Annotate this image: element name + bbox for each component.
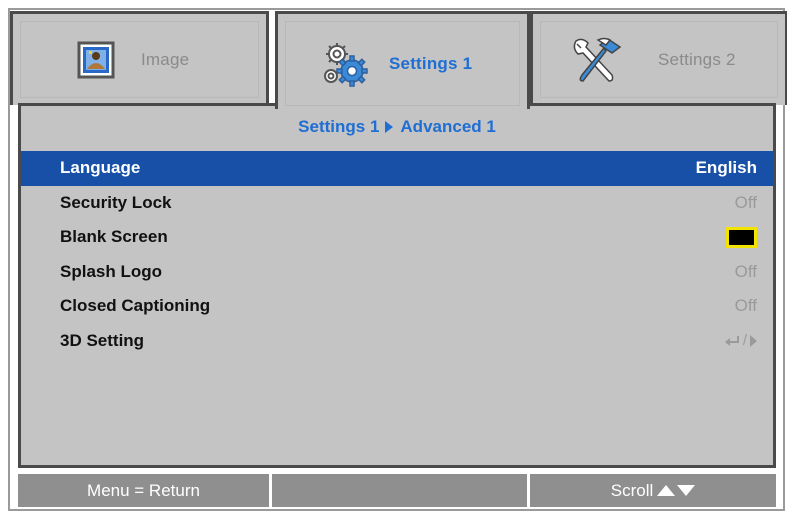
blank-screen-color-swatch [726,226,757,248]
settings-panel: Settings 1 Advanced 1 Language English Se… [18,103,776,468]
tab-settings-2[interactable]: Settings 2 [530,11,787,105]
menu-item-value: Off [734,261,757,281]
menu-item-blank-screen[interactable]: Blank Screen [21,220,773,255]
menu-item-label: 3D Setting [60,330,145,350]
footer-bar: Menu = Return Scroll [18,474,776,507]
tools-icon [573,37,622,82]
breadcrumb-parent: Settings 1 [298,117,380,136]
menu-item-value: Off [734,192,757,212]
menu-item-language[interactable]: Language English [21,151,773,186]
arrow-up-icon [657,485,676,496]
menu-item-label: Blank Screen [60,227,168,247]
tab-label: Settings 2 [658,49,736,69]
enter-icon [724,335,739,346]
scroll-arrows [657,485,696,496]
tab-bar: Image Settings 1 Settings 2 [10,11,787,109]
chevron-right-icon [750,334,757,347]
tab-settings-1[interactable]: Settings 1 [275,11,530,109]
menu-item-closed-captioning[interactable]: Closed Captioning Off [21,289,773,324]
breadcrumb-current: Advanced 1 [400,117,496,136]
slash-glyph: / [742,332,747,350]
arrow-down-icon [677,485,696,496]
menu-return-label: Menu = Return [87,480,200,500]
menu-item-splash-logo[interactable]: Splash Logo Off [21,255,773,290]
scroll-label: Scroll [610,480,654,500]
tab-label: Settings 1 [389,53,473,73]
tab-label: Image [141,49,190,69]
menu-return-hint: Menu = Return [18,474,269,507]
menu-item-label: Splash Logo [60,261,162,281]
image-icon [77,41,115,78]
menu-item-label: Closed Captioning [60,296,211,316]
menu-list: Language English Security Lock Off Blank… [21,151,773,358]
menu-item-security-lock[interactable]: Security Lock Off [21,186,773,221]
menu-item-value: Off [734,296,757,316]
enter-submenu-icon: / [724,332,757,349]
menu-item-label: Language [60,158,141,178]
menu-item-label: Security Lock [60,192,172,212]
menu-item-value: English [695,158,757,178]
gears-icon [324,42,368,87]
scroll-hint: Scroll [530,474,776,507]
breadcrumb: Settings 1 Advanced 1 [21,117,773,137]
chevron-right-icon [385,121,394,133]
menu-item-3d-setting[interactable]: 3D Setting / [21,324,773,359]
footer-spacer [272,474,527,507]
tab-image[interactable]: Image [10,11,269,105]
